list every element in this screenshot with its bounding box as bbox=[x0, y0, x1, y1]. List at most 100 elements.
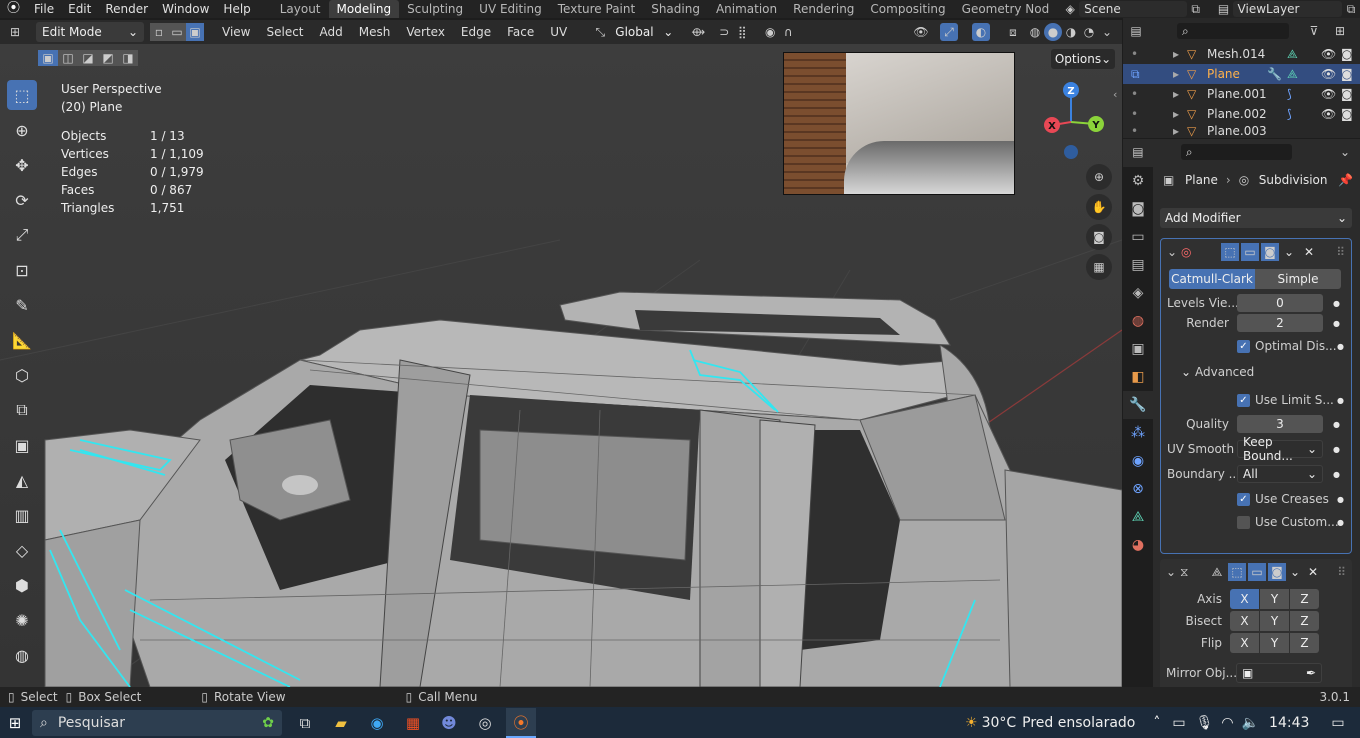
outliner-search-input[interactable]: ⌕ bbox=[1177, 23, 1289, 39]
expand-arrow-icon[interactable]: ▸ bbox=[1173, 87, 1187, 101]
expand-arrow-icon[interactable]: ▸ bbox=[1173, 124, 1187, 138]
options-dropdown[interactable]: Options ⌄ bbox=[1051, 49, 1115, 69]
axis-x-toggle[interactable]: X bbox=[1230, 589, 1259, 609]
blender-app-icon[interactable]: ⦿ bbox=[506, 708, 536, 738]
output-tab-icon[interactable]: ▭ bbox=[1123, 223, 1153, 251]
keyframe-dot-icon[interactable]: ● bbox=[1337, 396, 1344, 405]
transform-tool-icon[interactable]: ⊡ bbox=[7, 255, 37, 285]
eye-icon[interactable]: 👁 bbox=[1321, 107, 1341, 121]
modifier-tab-icon[interactable]: 🔧 bbox=[1123, 391, 1153, 419]
keyframe-dot-icon[interactable]: ● bbox=[1333, 319, 1340, 328]
navigation-gizmo[interactable]: Z Y X bbox=[1035, 80, 1115, 160]
meet-now-icon[interactable]: ▭ bbox=[1172, 715, 1185, 731]
keyframe-dot-icon[interactable]: ● bbox=[1333, 299, 1340, 308]
eyedropper-icon[interactable]: ✒ bbox=[1306, 666, 1316, 680]
axis-y-toggle[interactable]: Y bbox=[1260, 589, 1289, 609]
eye-icon[interactable]: 👁 bbox=[1321, 67, 1341, 81]
poly-build-tool-icon[interactable]: ⬢ bbox=[7, 570, 37, 600]
outliner-row-mesh014[interactable]: • ▸ ▽ Mesh.014 ⟁ 👁 ◙ bbox=[1123, 44, 1360, 64]
edge-select-icon[interactable]: ▭ bbox=[168, 23, 186, 41]
tab-rendering[interactable]: Rendering bbox=[785, 0, 862, 18]
menu-render[interactable]: Render bbox=[98, 0, 155, 18]
scene-copy-icon[interactable]: ⧉ bbox=[1187, 0, 1205, 18]
bevel-tool-icon[interactable]: ◭ bbox=[7, 465, 37, 495]
transform-orientation-selector[interactable]: Global ⌄ bbox=[609, 22, 679, 42]
drag-handle-icon[interactable]: ⠿ bbox=[1336, 245, 1345, 259]
gizmo-toggle-icon[interactable]: ⤢ bbox=[940, 23, 958, 41]
object-tab-icon[interactable]: ◧ bbox=[1123, 363, 1153, 391]
camera-icon[interactable]: ◙ bbox=[1341, 67, 1353, 81]
select-new-icon[interactable]: ▣ bbox=[38, 50, 58, 66]
tool-tab-icon[interactable]: ⚙ bbox=[1123, 167, 1153, 195]
keyframe-dot-icon[interactable]: ● bbox=[1337, 495, 1344, 504]
notifications-icon[interactable]: ▭ bbox=[1331, 715, 1344, 731]
outliner-row-plane003[interactable]: • ▸ ▽ Plane.003 bbox=[1123, 124, 1360, 138]
scene-selector[interactable]: Scene bbox=[1079, 1, 1187, 17]
solid-shading-icon[interactable]: ● bbox=[1044, 23, 1062, 41]
tab-sculpting[interactable]: Sculpting bbox=[399, 0, 471, 18]
add-modifier-dropdown[interactable]: Add Modifier ⌄ bbox=[1160, 208, 1352, 228]
outliner-editor-icon[interactable]: ▤ bbox=[1127, 22, 1145, 40]
move-tool-icon[interactable]: ✥ bbox=[7, 150, 37, 180]
github-icon[interactable]: ◎ bbox=[470, 708, 500, 738]
smooth-tool-icon[interactable]: ◍ bbox=[7, 640, 37, 670]
discord-icon[interactable]: ☻ bbox=[434, 708, 464, 738]
falloff-icon[interactable]: ∩ bbox=[779, 23, 797, 41]
menu-select[interactable]: Select bbox=[258, 20, 311, 44]
boundary-smooth-dropdown[interactable]: All ⌄ bbox=[1237, 465, 1323, 483]
zoom-icon[interactable]: ⊕ bbox=[1086, 164, 1112, 190]
menu-window[interactable]: Window bbox=[155, 0, 216, 18]
expand-arrow-icon[interactable]: ▸ bbox=[1173, 107, 1187, 121]
uv-smooth-dropdown[interactable]: Keep Bound... ⌄ bbox=[1237, 435, 1323, 463]
simple-button[interactable]: Simple bbox=[1255, 269, 1341, 289]
outliner-row-plane002[interactable]: • ▸ ▽ Plane.002 ⟆ 👁 ◙ bbox=[1123, 104, 1360, 124]
menu-add[interactable]: Add bbox=[312, 20, 351, 44]
camera-icon[interactable]: ◙ bbox=[1341, 47, 1353, 61]
measure-tool-icon[interactable]: 📐 bbox=[7, 325, 37, 355]
menu-help[interactable]: Help bbox=[216, 0, 257, 18]
tab-compositing[interactable]: Compositing bbox=[862, 0, 953, 18]
on-cage-toggle-icon[interactable]: ⟁ bbox=[1208, 563, 1226, 581]
outliner-row-plane[interactable]: ⧉ ▸ ▽ Plane 🔧 ⟁ 👁 ◙ bbox=[1123, 64, 1360, 84]
menu-edge[interactable]: Edge bbox=[453, 20, 499, 44]
select-intersect-icon[interactable]: ◨ bbox=[118, 50, 138, 66]
drag-handle-icon[interactable]: ⠿ bbox=[1337, 565, 1346, 579]
edge-browser-icon[interactable]: ◉ bbox=[362, 708, 392, 738]
microphone-icon[interactable]: 🎙 bbox=[1196, 715, 1214, 731]
gizmo-neg-z-circle[interactable] bbox=[1064, 145, 1078, 159]
expand-arrow-icon[interactable]: ▸ bbox=[1173, 67, 1187, 81]
render-toggle-icon[interactable]: ◙ bbox=[1268, 563, 1286, 581]
view-layer-tab-icon[interactable]: ▤ bbox=[1123, 251, 1153, 279]
viewport-toggle-icon[interactable]: ▭ bbox=[1248, 563, 1266, 581]
wireframe-shading-icon[interactable]: ◍ bbox=[1026, 23, 1044, 41]
reference-image[interactable] bbox=[783, 52, 1015, 195]
collection-tab-icon[interactable]: ▣ bbox=[1123, 335, 1153, 363]
shading-options-icon[interactable]: ⌄ bbox=[1098, 23, 1116, 41]
snap-icon[interactable]: ⊃ bbox=[715, 23, 733, 41]
add-cube-tool-icon[interactable]: ⬡ bbox=[7, 360, 37, 390]
camera-icon[interactable]: ◙ bbox=[1341, 87, 1353, 101]
bisect-z-toggle[interactable]: Z bbox=[1290, 611, 1319, 631]
visibility-icon[interactable]: 👁 bbox=[912, 23, 930, 41]
new-collection-icon[interactable]: ⊞ bbox=[1331, 22, 1349, 40]
xray-toggle-icon[interactable]: ⧈ bbox=[1004, 23, 1022, 41]
flip-y-toggle[interactable]: Y bbox=[1260, 633, 1289, 653]
use-custom-normals-checkbox[interactable] bbox=[1237, 515, 1250, 529]
select-invert-icon[interactable]: ◩ bbox=[98, 50, 118, 66]
pan-hand-icon[interactable]: ✋ bbox=[1086, 194, 1112, 220]
tab-uv-editing[interactable]: UV Editing bbox=[471, 0, 550, 18]
tab-texture-paint[interactable]: Texture Paint bbox=[550, 0, 643, 18]
proportional-edit-icon[interactable]: ◉ bbox=[761, 23, 779, 41]
store-icon[interactable]: ▦ bbox=[398, 708, 428, 738]
keyframe-dot-icon[interactable]: ● bbox=[1333, 420, 1340, 429]
camera-view-icon[interactable]: ◙ bbox=[1086, 224, 1112, 250]
chevron-down-icon[interactable]: ⌄ bbox=[1279, 245, 1299, 259]
menu-file[interactable]: File bbox=[27, 0, 61, 18]
bisect-x-toggle[interactable]: X bbox=[1230, 611, 1259, 631]
material-tab-icon[interactable]: ◕ bbox=[1123, 531, 1153, 559]
face-select-icon[interactable]: ▣ bbox=[186, 23, 204, 41]
pin-icon[interactable]: 📌 bbox=[1338, 173, 1353, 187]
rendered-shading-icon[interactable]: ◔ bbox=[1080, 23, 1098, 41]
menu-vertex[interactable]: Vertex bbox=[398, 20, 453, 44]
axis-z-toggle[interactable]: Z bbox=[1290, 589, 1319, 609]
